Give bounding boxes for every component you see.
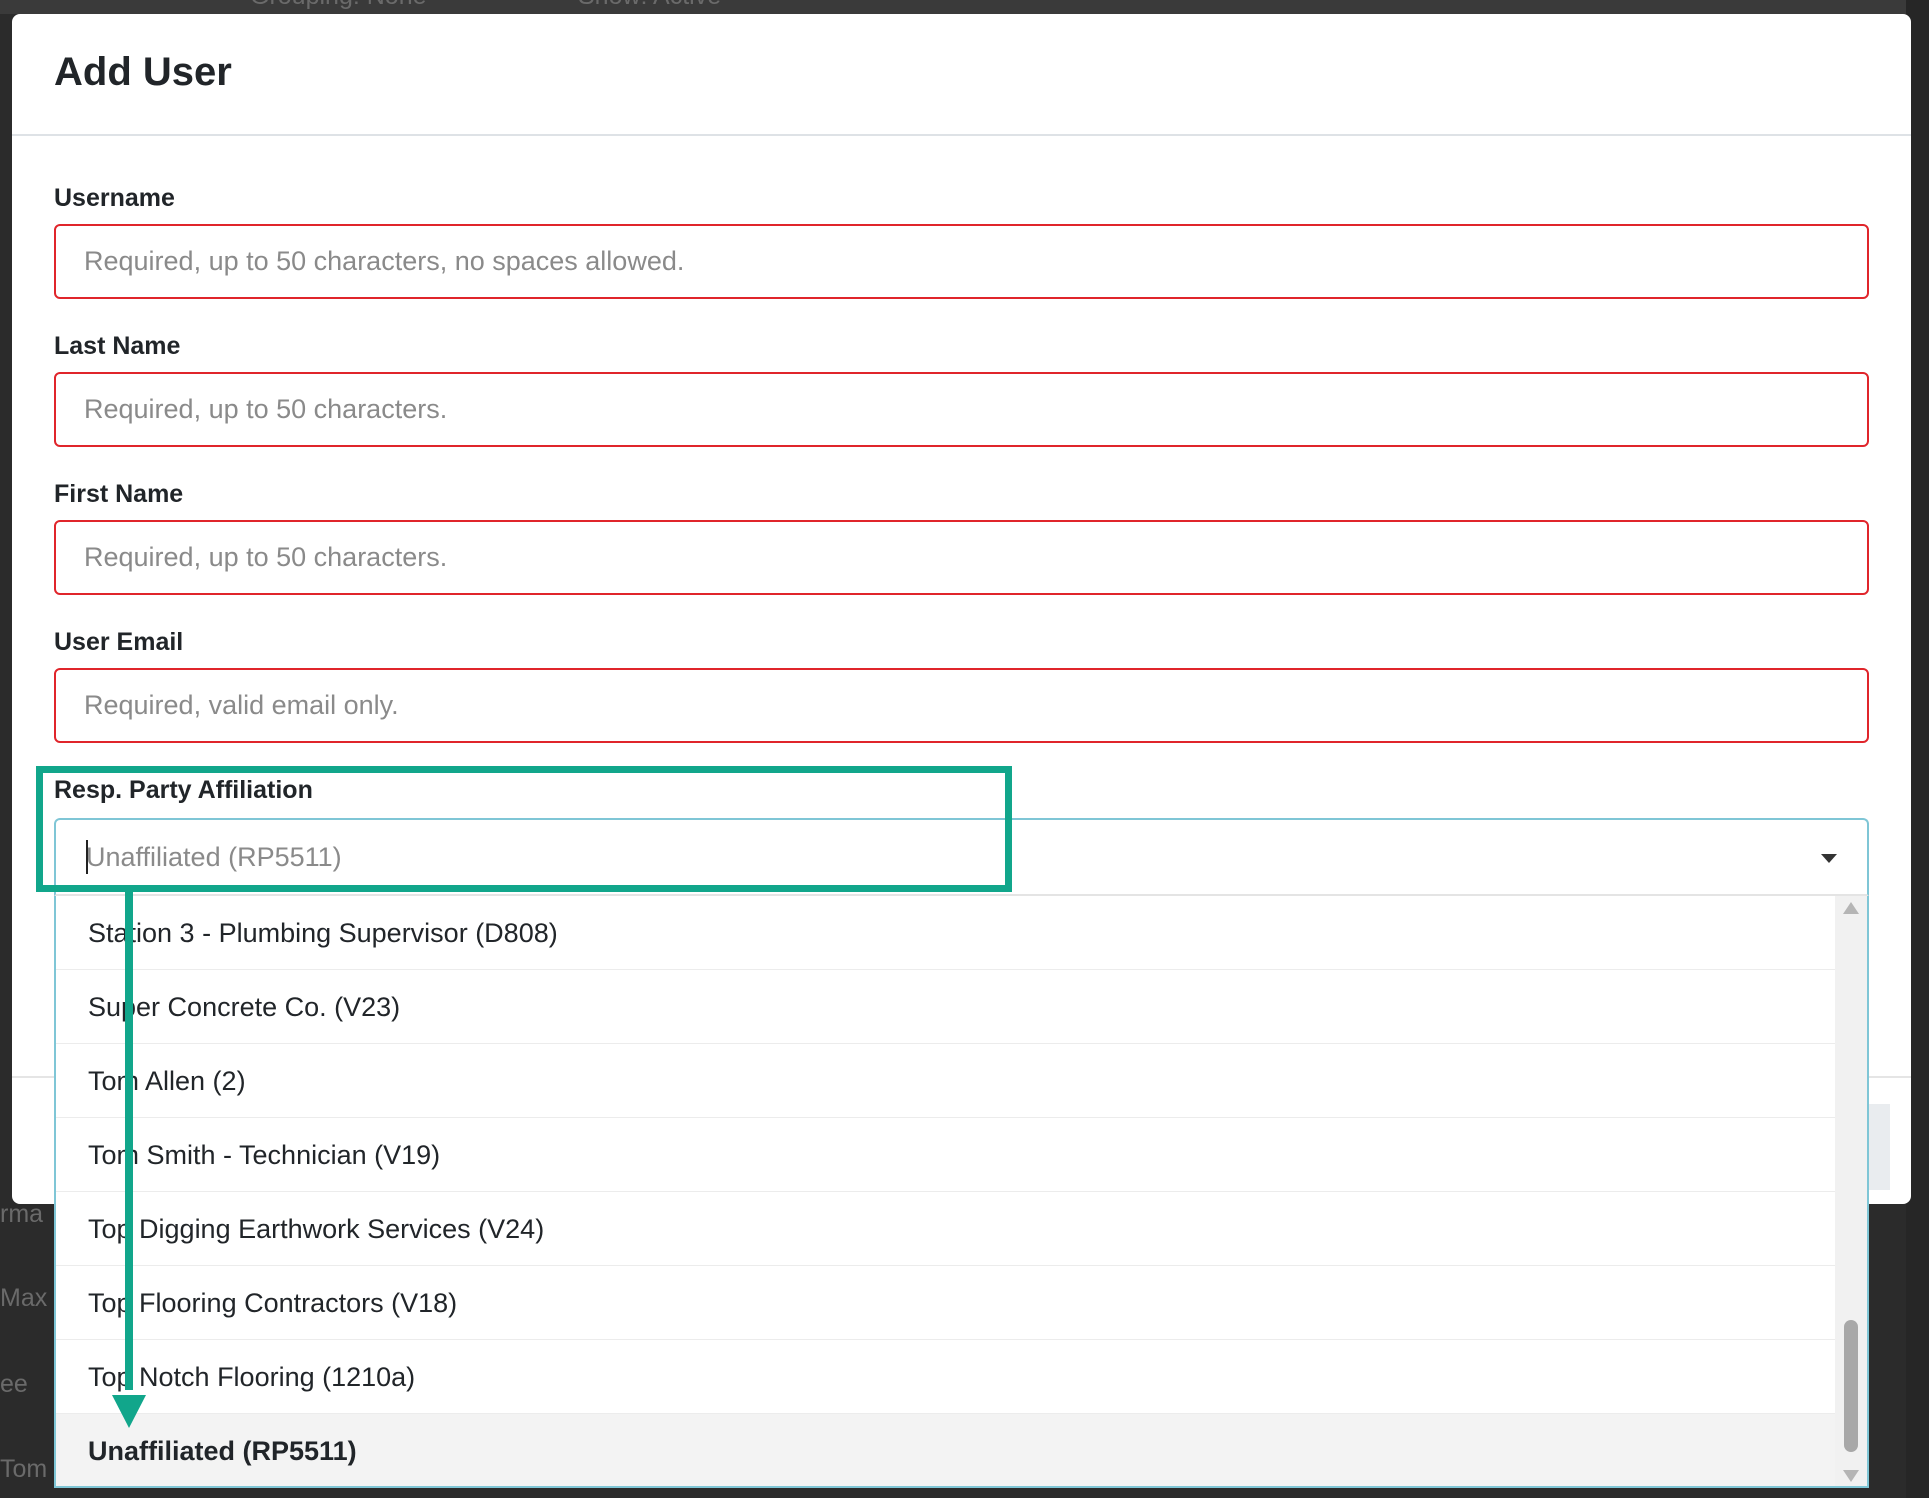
dropdown-option[interactable]: Top Flooring Contractors (V18)	[56, 1266, 1839, 1340]
dropdown-option[interactable]: Station 3 - Plumbing Supervisor (D808)	[56, 896, 1839, 970]
username-input[interactable]	[54, 224, 1869, 299]
background-fragment: rma	[0, 1200, 44, 1228]
text-cursor	[86, 840, 88, 874]
dropdown-option[interactable]: Top Digging Earthwork Services (V24)	[56, 1192, 1839, 1266]
background-grouping-text: Grouping: None	[250, 0, 427, 11]
dropdown-scrollbar[interactable]	[1835, 896, 1867, 1486]
scroll-down-icon[interactable]	[1843, 1470, 1859, 1482]
background-toolbar: Grouping: None Show: Active	[0, 0, 1929, 14]
affiliation-select[interactable]: Unaffiliated (RP5511)	[54, 818, 1869, 896]
dropdown-option[interactable]: Tom Smith - Technician (V19)	[56, 1118, 1839, 1192]
modal-header: Add User	[12, 14, 1911, 136]
dropdown-option[interactable]: Top Notch Flooring (1210a)	[56, 1340, 1839, 1414]
scroll-up-icon[interactable]	[1843, 902, 1859, 914]
user-email-input[interactable]	[54, 668, 1869, 743]
chevron-down-icon[interactable]	[1821, 854, 1837, 863]
last-name-label: Last Name	[54, 332, 181, 360]
first-name-input[interactable]	[54, 520, 1869, 595]
dropdown-option[interactable]: Tom Allen (2)	[56, 1044, 1839, 1118]
dropdown-option-selected[interactable]: Unaffiliated (RP5511)	[56, 1414, 1839, 1486]
modal-title: Add User	[54, 50, 232, 94]
background-fragment: Max	[0, 1284, 48, 1312]
background-show-text: Show: Active	[578, 0, 721, 11]
last-name-input[interactable]	[54, 372, 1869, 447]
user-email-label: User Email	[54, 628, 184, 656]
background-fragment: ee	[0, 1370, 28, 1398]
affiliation-dropdown-list: Station 3 - Plumbing Supervisor (D808) S…	[54, 896, 1869, 1488]
background-fragment: Tom	[0, 1455, 48, 1483]
username-label: Username	[54, 184, 175, 212]
affiliation-select-value: Unaffiliated (RP5511)	[86, 842, 342, 872]
scrollbar-thumb[interactable]	[1844, 1320, 1858, 1452]
affiliation-label: Resp. Party Affiliation	[54, 776, 313, 804]
dropdown-option[interactable]: Super Concrete Co. (V23)	[56, 970, 1839, 1044]
first-name-label: First Name	[54, 480, 184, 508]
